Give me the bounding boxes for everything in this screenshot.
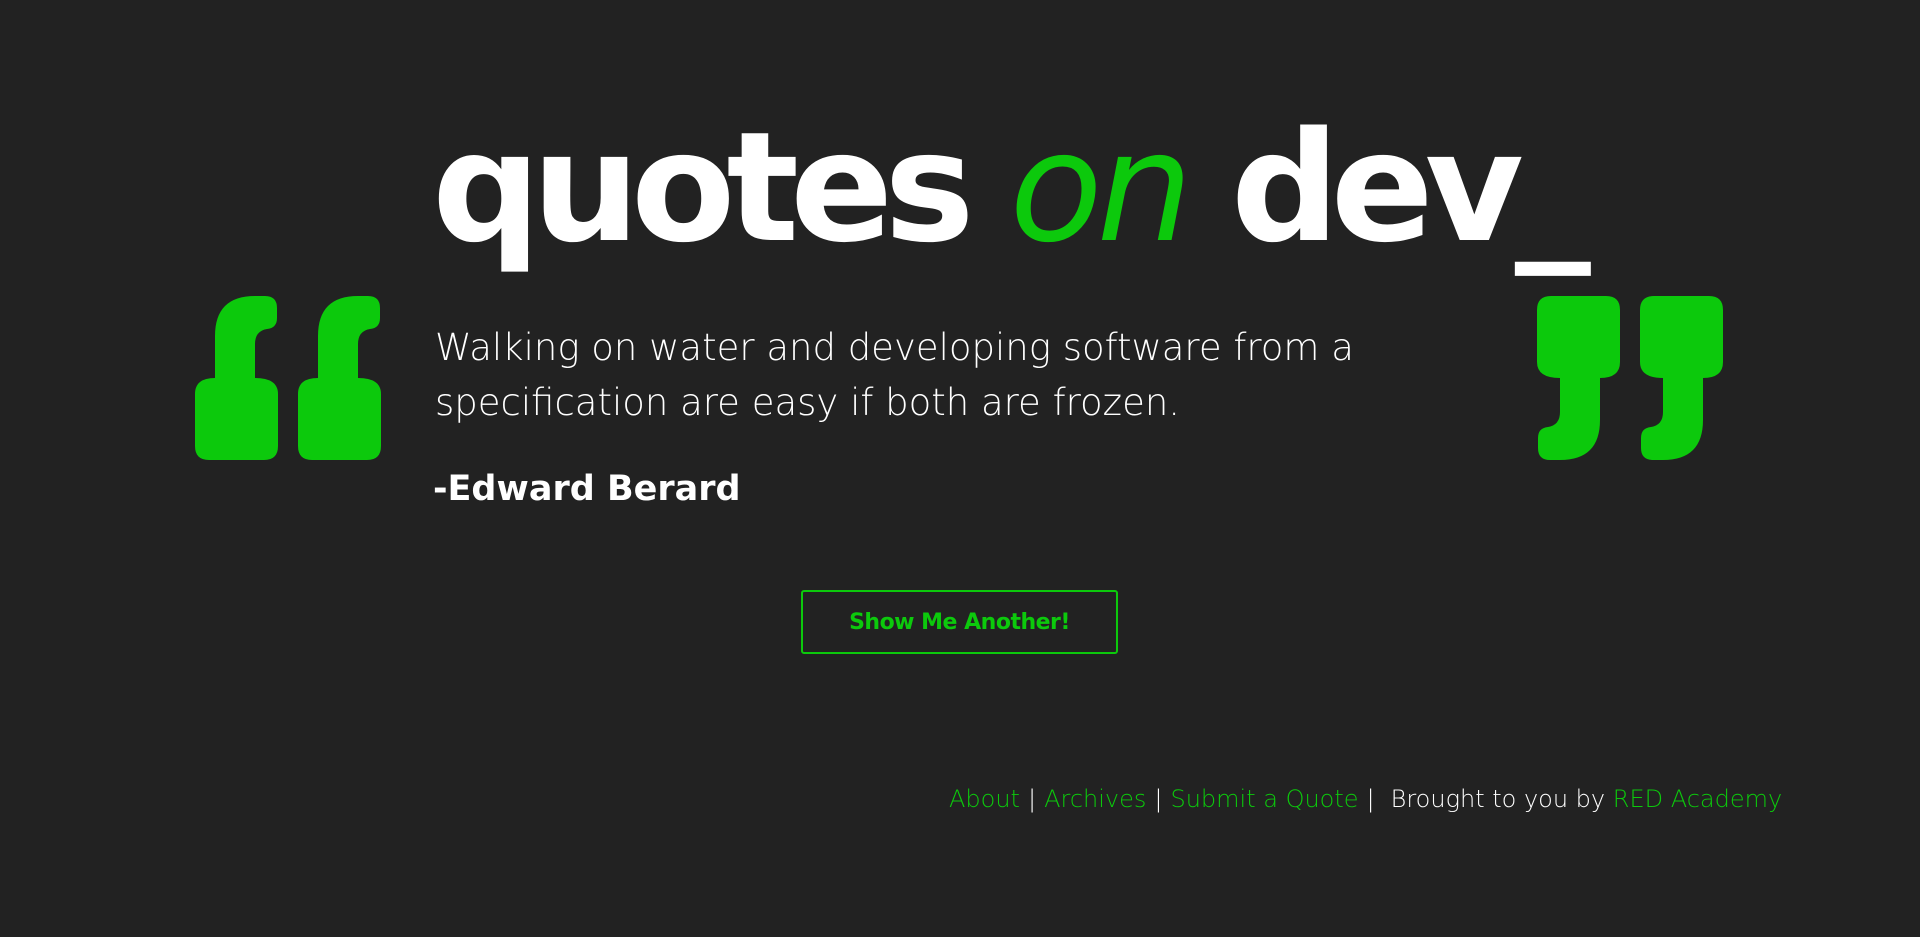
open-quote-right-mark (298, 296, 381, 460)
footer-link-red-academy[interactable]: RED Academy (1613, 785, 1782, 813)
footer-credit-text: Brought to you by (1390, 785, 1606, 813)
site-title-on: on (1009, 99, 1193, 276)
quote-author: -Edward Berard (433, 469, 741, 509)
quote-text: Walking on water and developing software… (435, 326, 1354, 424)
page: quotes on dev_ Walking on water and deve… (0, 0, 1920, 937)
close-quote-right-mark (1640, 296, 1723, 460)
site-title-quotes: quotes (432, 99, 975, 276)
site-title-dev: dev_ (1230, 99, 1591, 276)
footer-link-archives[interactable]: Archives (1044, 785, 1146, 813)
footer-nav: About | Archives | Submit a Quote | Brought to… (949, 779, 1782, 819)
site-title: quotes on dev_ (432, 95, 1591, 280)
footer-link-about[interactable]: About (949, 785, 1020, 813)
show-another-button[interactable]: Show Me Another! (801, 590, 1118, 654)
footer-link-submit-quote[interactable]: Submit a Quote (1170, 785, 1358, 813)
open-quote-left-mark (195, 296, 278, 460)
footer-separator: | (1154, 785, 1163, 813)
close-quote-left-mark (1537, 296, 1620, 460)
close-quote-icon (1537, 296, 1723, 460)
footer-separator: | (1027, 785, 1037, 813)
open-quote-icon (195, 296, 381, 460)
footer-separator: | (1366, 785, 1375, 813)
